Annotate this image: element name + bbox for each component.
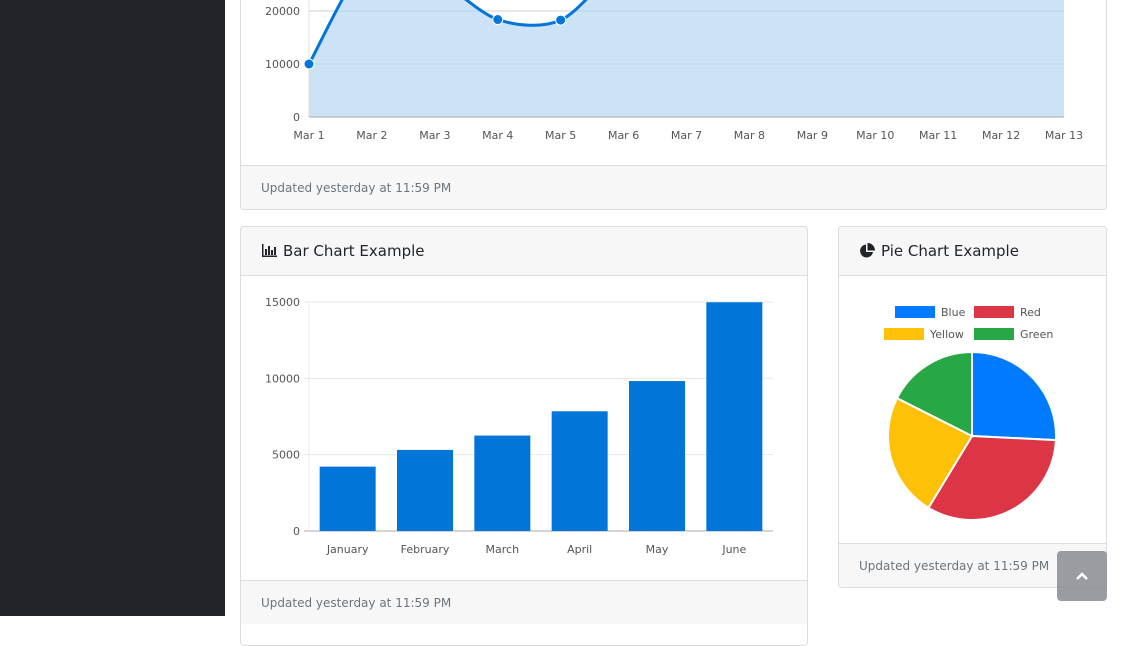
legend-swatch bbox=[974, 328, 1014, 340]
legend-label: Red bbox=[1020, 306, 1041, 319]
pie-slice-blue bbox=[971, 350, 1057, 442]
scroll-to-top-button[interactable] bbox=[1057, 551, 1107, 601]
legend-swatch bbox=[884, 328, 924, 340]
legend-label: Green bbox=[1020, 328, 1053, 341]
legend-swatch bbox=[974, 306, 1014, 318]
legend-label: Blue bbox=[941, 306, 966, 319]
chevron-up-icon bbox=[1076, 572, 1088, 580]
pie-chart: Blue Red Yellow Green bbox=[884, 306, 1057, 521]
legend-swatch bbox=[895, 306, 935, 318]
legend-label: Yellow bbox=[929, 328, 964, 341]
